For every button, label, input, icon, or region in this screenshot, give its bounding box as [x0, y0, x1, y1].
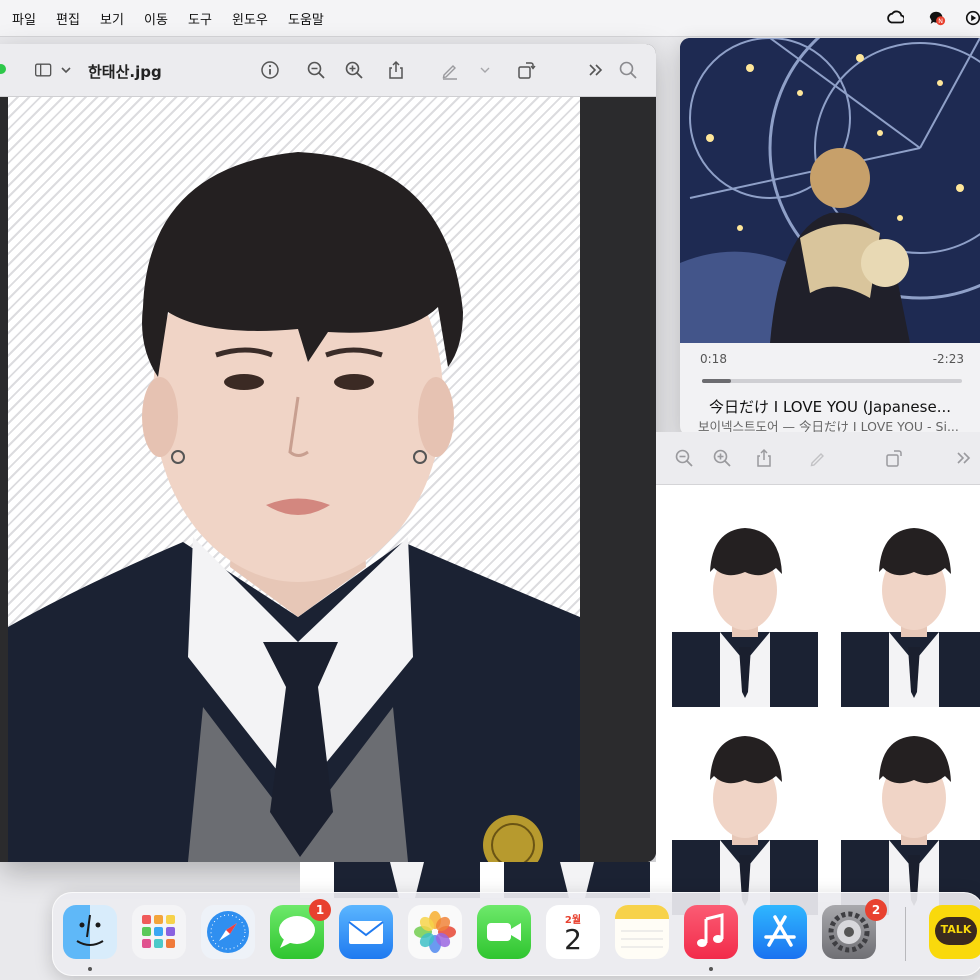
album-artwork[interactable] [680, 38, 980, 343]
facetime-icon[interactable] [477, 905, 531, 959]
menu-bar: 파일 편집 보기 이동 도구 윈도우 도움말 N [0, 0, 980, 37]
menu-edit[interactable]: 편집 [56, 9, 80, 28]
finder-face [76, 914, 104, 946]
safari-icon[interactable] [201, 905, 255, 959]
rotate-icon[interactable] [516, 60, 536, 80]
more-icon[interactable] [954, 448, 974, 468]
zoom-in-icon[interactable] [344, 60, 364, 80]
photo-thumbnail[interactable] [841, 522, 980, 707]
music-note [697, 913, 724, 947]
zoom-window-button[interactable] [0, 64, 6, 74]
photo-thumbnail[interactable] [841, 730, 980, 915]
search-icon[interactable] [618, 60, 638, 80]
playback-progress-fill [702, 379, 731, 383]
launchpad-icon[interactable] [132, 905, 186, 959]
photos-icon[interactable] [408, 905, 462, 959]
kakaotalk-icon[interactable]: TALK [929, 905, 980, 959]
now-playing-widget: 0:18 -2:23 今日だけ I LOVE YOU (Japanese... … [680, 38, 980, 436]
playback-progress[interactable] [702, 379, 962, 383]
kakaotalk-label: TALK [940, 923, 972, 936]
chat-status-icon[interactable]: N [928, 9, 946, 27]
remaining-time: -2:23 [932, 352, 964, 366]
preview-toolbar-2 [656, 432, 980, 485]
svg-text:N: N [938, 18, 943, 25]
elapsed-time: 0:18 [700, 352, 727, 366]
zoom-in-icon[interactable] [712, 448, 732, 468]
settings-badge: 2 [865, 899, 887, 921]
mail-envelope [348, 921, 384, 944]
song-title: 今日だけ I LOVE YOU (Japanese... [709, 398, 951, 416]
safari-compass [207, 911, 249, 953]
share-icon[interactable] [754, 448, 774, 468]
finder-icon[interactable] [63, 905, 117, 959]
running-indicator [88, 967, 92, 971]
thumbnail-portrait [672, 736, 818, 915]
more-icon[interactable] [586, 60, 606, 80]
photos-flower [414, 911, 456, 953]
app-store-glyph [764, 915, 796, 947]
menu-file[interactable]: 파일 [12, 9, 36, 28]
mail-icon[interactable] [339, 905, 393, 959]
thumbnail-portrait [841, 736, 980, 915]
running-indicator [709, 967, 713, 971]
dock: 1 2월 2 2 TALK [52, 892, 980, 976]
menu-go[interactable]: 이동 [144, 9, 168, 28]
id-photo [8, 97, 580, 862]
creative-cloud-icon[interactable] [886, 9, 904, 27]
markup-icon[interactable] [808, 448, 828, 468]
album-art-illustration [680, 38, 980, 343]
markup-chevron-icon[interactable] [478, 60, 492, 80]
thumbnail-portrait [841, 528, 980, 707]
rotate-icon[interactable] [884, 448, 904, 468]
dock-divider [905, 907, 906, 961]
portrait-illustration [8, 152, 580, 862]
menu-help[interactable]: 도움말 [288, 9, 324, 28]
menu-window[interactable]: 윈도우 [232, 9, 268, 28]
notes-icon[interactable] [615, 905, 669, 959]
chevron-down-icon[interactable] [60, 60, 72, 80]
menu-tools[interactable]: 도구 [188, 9, 212, 28]
launchpad-grid [142, 915, 175, 948]
preview-window: 한태산.jpg [0, 44, 656, 862]
info-icon[interactable] [260, 60, 280, 80]
zoom-out-icon[interactable] [674, 448, 694, 468]
app-store-icon[interactable] [753, 905, 807, 959]
play-status-icon[interactable] [964, 9, 980, 27]
preview-toolbar: 한태산.jpg [0, 44, 656, 97]
preview-window-2 [656, 432, 980, 915]
document-title: 한태산.jpg [88, 63, 162, 81]
facetime-camera [487, 923, 521, 941]
notes-header [615, 905, 669, 919]
messages-badge: 1 [309, 899, 331, 921]
preview-background [580, 97, 656, 862]
photo-thumbnail[interactable] [672, 730, 818, 915]
calendar-day: 2 [564, 923, 582, 956]
sidebar-icon[interactable] [34, 60, 54, 80]
markup-icon[interactable] [440, 60, 460, 80]
thumbnail-portrait [672, 528, 818, 707]
photo-thumbnail[interactable] [672, 522, 818, 707]
share-icon[interactable] [386, 60, 406, 80]
zoom-out-icon[interactable] [306, 60, 326, 80]
menu-view[interactable]: 보기 [100, 9, 124, 28]
music-icon[interactable] [684, 905, 738, 959]
calendar-icon[interactable]: 2월 2 [546, 905, 600, 959]
